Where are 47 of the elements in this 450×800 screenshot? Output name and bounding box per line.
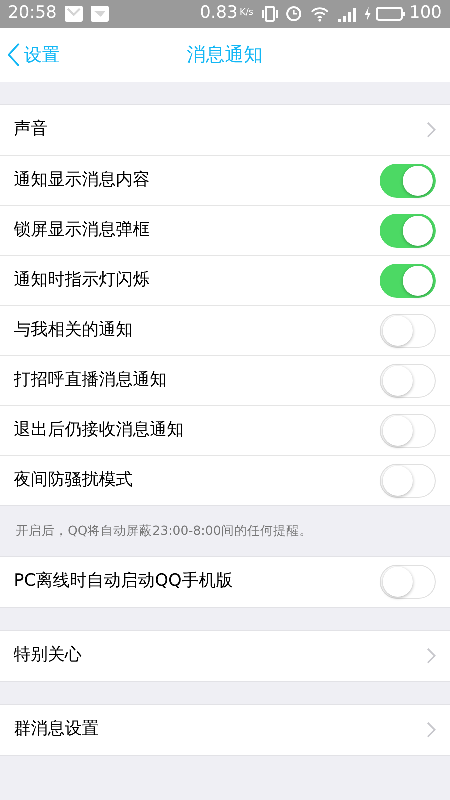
settings-row[interactable]: 打招呼直播消息通知 bbox=[0, 355, 450, 405]
settings-row[interactable]: 通知显示消息内容 bbox=[0, 155, 450, 205]
settings-row[interactable]: 群消息设置 bbox=[0, 705, 450, 755]
toggle-switch[interactable] bbox=[380, 464, 436, 498]
settings-row[interactable]: 与我相关的通知 bbox=[0, 305, 450, 355]
row-label: 锁屏显示消息弹框 bbox=[14, 218, 151, 242]
row-label: 声音 bbox=[14, 118, 49, 142]
settings-row[interactable]: 声音 bbox=[0, 105, 450, 155]
network-speed: 0.83 bbox=[200, 2, 238, 26]
vibrate-icon bbox=[262, 6, 278, 22]
row-label: 退出后仍接收消息通知 bbox=[14, 418, 185, 442]
row-label: 群消息设置 bbox=[14, 718, 100, 742]
row-label: 通知时指示灯闪烁 bbox=[14, 268, 151, 292]
toggle-switch[interactable] bbox=[380, 364, 436, 398]
chevron-right-icon bbox=[426, 122, 436, 138]
settings-row[interactable]: 锁屏显示消息弹框 bbox=[0, 205, 450, 255]
alarm-icon bbox=[286, 6, 302, 22]
toggle-switch[interactable] bbox=[380, 214, 436, 248]
toggle-switch[interactable] bbox=[380, 264, 436, 298]
settings-row[interactable]: PC离线时自动启动QQ手机版 bbox=[0, 557, 450, 607]
page-title: 消息通知 bbox=[187, 42, 263, 68]
row-label: 与我相关的通知 bbox=[14, 318, 134, 342]
charging-icon bbox=[364, 7, 372, 21]
row-label: 打招呼直播消息通知 bbox=[14, 368, 168, 392]
settings-row[interactable]: 夜间防骚扰模式 bbox=[0, 455, 450, 505]
chevron-right-icon bbox=[426, 722, 436, 738]
hint-text: 开启后，QQ将自动屏蔽23:00-8:00间的任何提醒。 bbox=[16, 522, 312, 540]
image-icon bbox=[91, 6, 109, 22]
chevron-left-icon bbox=[8, 43, 20, 67]
mail-icon bbox=[65, 6, 83, 22]
toggle-switch[interactable] bbox=[380, 314, 436, 348]
battery-icon bbox=[376, 6, 406, 22]
status-time: 20:58 bbox=[8, 2, 57, 26]
row-label: 通知显示消息内容 bbox=[14, 168, 151, 192]
settings-row[interactable]: 退出后仍接收消息通知 bbox=[0, 405, 450, 455]
speed-unit: K/s bbox=[240, 7, 254, 20]
settings-row[interactable]: 通知时指示灯闪烁 bbox=[0, 255, 450, 305]
settings-row[interactable]: 特别关心 bbox=[0, 631, 450, 681]
row-label: 夜间防骚扰模式 bbox=[14, 468, 134, 492]
toggle-switch[interactable] bbox=[380, 565, 436, 599]
toggle-switch[interactable] bbox=[380, 164, 436, 198]
row-label: PC离线时自动启动QQ手机版 bbox=[14, 570, 234, 594]
row-label: 特别关心 bbox=[14, 644, 83, 668]
chevron-right-icon bbox=[426, 648, 436, 664]
toggle-switch[interactable] bbox=[380, 414, 436, 448]
wifi-icon bbox=[310, 6, 330, 22]
battery-level: 100 bbox=[410, 2, 442, 26]
